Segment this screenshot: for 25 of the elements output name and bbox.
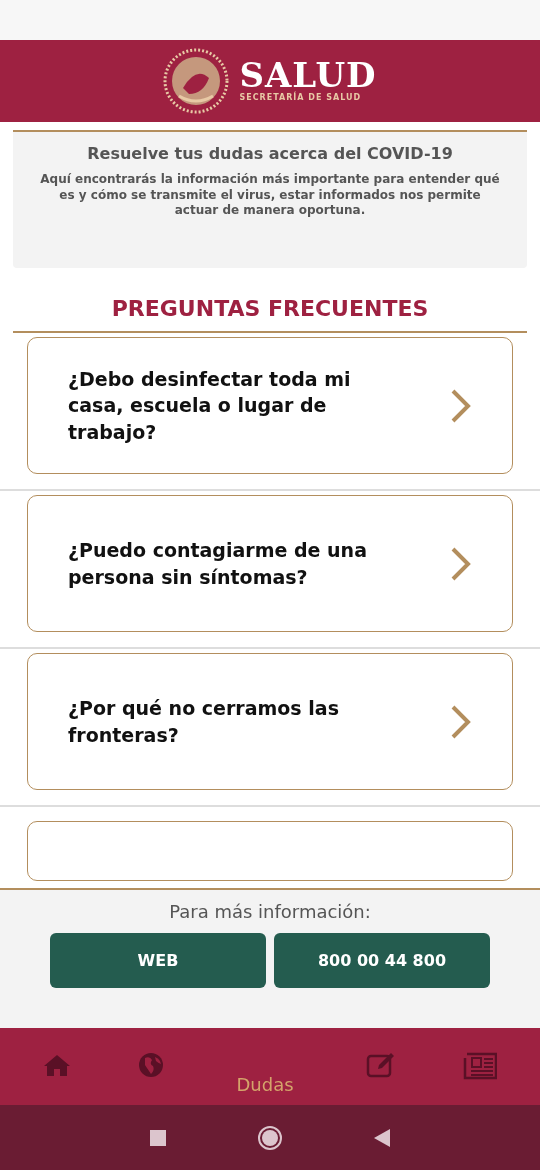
section-title: PREGUNTAS FRECUENTES [13, 292, 527, 333]
newspaper-icon[interactable] [462, 1052, 497, 1080]
back-icon[interactable] [373, 1127, 391, 1148]
web-button[interactable]: WEB [50, 933, 266, 988]
globe-icon[interactable] [137, 1052, 164, 1078]
chevron-right-icon [450, 703, 472, 740]
question-text: ¿Puedo contagiarme de una persona sin síntomas? [68, 537, 368, 590]
brand-title: SALUD [239, 58, 377, 92]
phone-button[interactable]: 800 00 44 800 [274, 933, 490, 988]
question-card[interactable]: ¿Debo desinfectar toda mi casa, escuela o lugar de trabajo? [27, 337, 513, 474]
question-text: ¿Por qué no cerramos las fronteras? [68, 695, 340, 748]
chevron-right-icon [450, 387, 472, 424]
brand-subtitle: SECRETARÍA DE SALUD [239, 92, 363, 104]
question-text: ¿Debo desinfectar toda mi casa, escuela o lugar de trabajo? [68, 366, 352, 445]
question-card[interactable] [27, 821, 513, 881]
intro-title: Resuelve tus dudas acerca del COVID-19 [86, 143, 454, 165]
recents-icon[interactable] [149, 1128, 167, 1147]
intro-text: Aquí encontrarás la información más importante para entender qué es y cómo se transmite el virus, estar informados nos permite actuar de manera oportuna. [39, 172, 501, 219]
edit-icon[interactable] [366, 1052, 397, 1078]
question-card[interactable]: ¿Por qué no cerramos las fronteras? [27, 653, 513, 790]
chevron-right-icon [450, 545, 472, 582]
info-text: Para más información: [168, 900, 372, 924]
question-card[interactable]: ¿Puedo contagiarme de una persona sin síntomas? [27, 495, 513, 632]
home-icon[interactable] [257, 1124, 283, 1151]
seal-icon [163, 48, 230, 114]
